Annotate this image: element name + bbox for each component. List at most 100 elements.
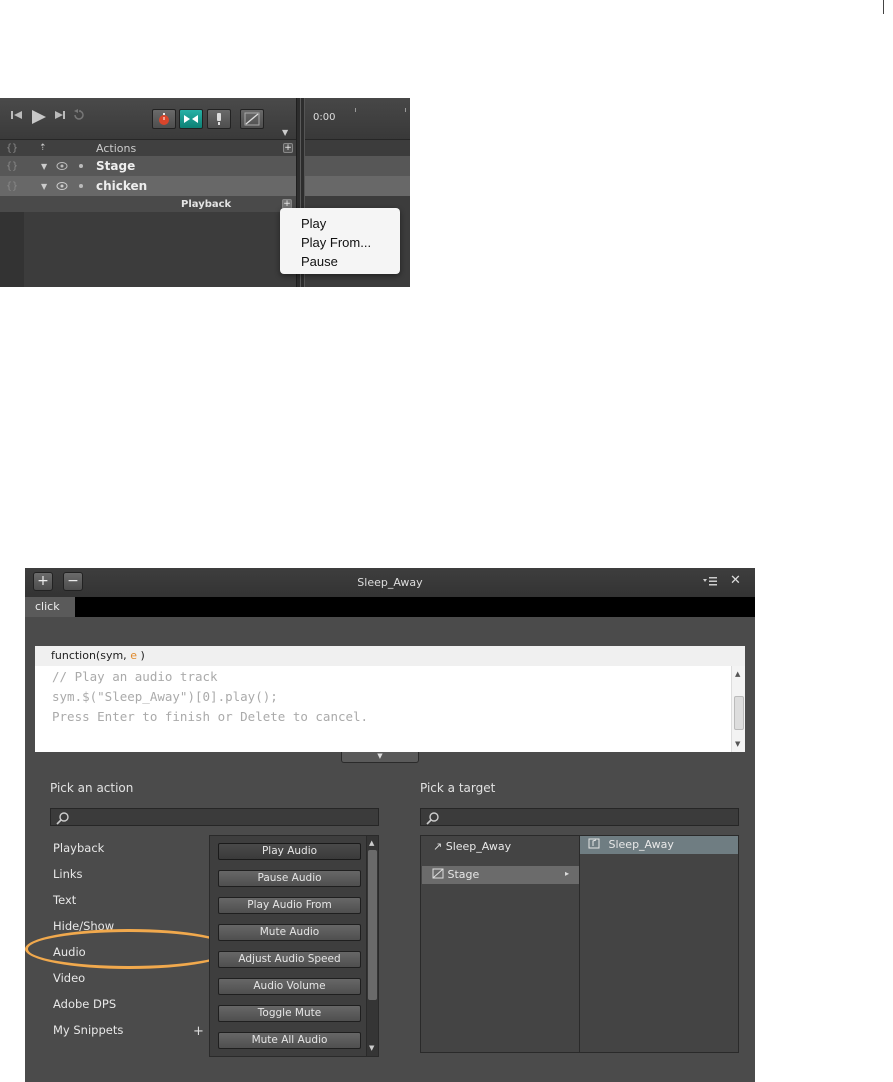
disclosure-triangle-icon[interactable]: ▼ (41, 162, 47, 171)
tab-click[interactable]: click (25, 597, 75, 617)
layer-label: Actions (96, 141, 137, 155)
lock-dot-icon[interactable] (79, 164, 83, 168)
collapse-code-toggle[interactable]: ▼ (341, 752, 419, 763)
action-pause-audio[interactable]: Pause Audio (218, 870, 361, 887)
category-video[interactable]: Video (53, 971, 85, 985)
loop-icon[interactable] (72, 109, 86, 121)
highlight-ring (25, 929, 233, 969)
ruler-tick (355, 108, 356, 112)
disclosure-triangle-icon[interactable]: ▼ (41, 182, 47, 191)
menu-item-play-from[interactable]: Play From... (301, 233, 400, 252)
target-child-row[interactable]: Sleep_Away (580, 836, 738, 854)
code-braces-icon[interactable]: {} (6, 143, 18, 154)
audio-file-icon (588, 838, 600, 849)
stopwatch-icon[interactable] (152, 109, 176, 129)
track-label: Playback (181, 198, 232, 210)
action-play-audio[interactable]: Play Audio (218, 843, 361, 860)
pin-icon[interactable] (179, 109, 203, 129)
timeline-ruler[interactable]: 0:00 (305, 98, 410, 140)
timeline-lane[interactable] (305, 156, 410, 176)
target-stage-row[interactable]: Stage ▸ (422, 866, 579, 884)
category-my-snippets[interactable]: My Snippets (53, 1023, 123, 1037)
layer-label: Stage (96, 159, 136, 173)
eye-icon[interactable] (56, 161, 68, 174)
search-icon (426, 812, 439, 825)
target-sleep-away[interactable]: ↗ Sleep_Away (433, 840, 511, 853)
go-to-end-icon[interactable] (53, 109, 67, 121)
go-to-start-icon[interactable] (10, 109, 24, 121)
chevron-right-icon: ▸ (565, 869, 570, 878)
lock-dot-icon[interactable] (79, 184, 83, 188)
target-list: ↗ Sleep_Away Stage ▸ (420, 835, 580, 1053)
category-adobe-dps[interactable]: Adobe DPS (53, 997, 116, 1011)
panel-menu-icon[interactable] (702, 576, 718, 589)
pick-target-heading: Pick a target (420, 781, 496, 795)
eye-icon[interactable] (56, 181, 68, 194)
menu-item-play[interactable]: Play (301, 214, 400, 233)
search-icon (56, 812, 69, 825)
action-list: Play Audio Pause Audio Play Audio From M… (209, 835, 379, 1057)
time-readout: 0:00 (313, 112, 336, 123)
dialog-title: Sleep_Away (357, 576, 423, 589)
category-text[interactable]: Text (53, 893, 76, 907)
category-links[interactable]: Links (53, 867, 83, 881)
target-label: Stage (447, 868, 480, 881)
layer-row-actions[interactable]: {} ⇡ Actions + (0, 140, 296, 156)
target-children-list: Sleep_Away (580, 835, 739, 1053)
arrow-icon: ↗ (433, 840, 443, 853)
menu-item-pause[interactable]: Pause (301, 252, 400, 271)
layer-row-stage[interactable]: {} ▼ Stage (0, 156, 296, 176)
action-mute-all-audio[interactable]: Mute All Audio (218, 1032, 361, 1049)
code-braces-icon[interactable]: {} (6, 181, 18, 192)
layer-row-chicken[interactable]: {} ▼ chicken (0, 176, 296, 196)
ruler-tick (405, 108, 406, 112)
event-tabbar: click (25, 597, 755, 617)
code-line[interactable]: // Play an audio track (52, 669, 218, 684)
signature-text: function(sym, (51, 649, 131, 662)
timeline-lane[interactable] (305, 176, 410, 196)
actions-dialog: + − Sleep_Away ✕ click function(sym, e )… (25, 568, 755, 1082)
chevron-down-icon[interactable]: ▼ (282, 128, 288, 137)
action-list-scrollbar[interactable]: ▲ ▼ (366, 836, 378, 1056)
function-signature: function(sym, e ) (35, 646, 745, 666)
playback-context-menu: Play Play From... Pause (280, 208, 400, 274)
action-audio-volume[interactable]: Audio Volume (218, 978, 361, 995)
scroll-thumb[interactable] (734, 696, 744, 730)
key-icon[interactable] (207, 109, 231, 129)
play-icon[interactable] (30, 109, 48, 125)
action-adjust-audio-speed[interactable]: Adjust Audio Speed (218, 951, 361, 968)
pick-action-heading: Pick an action (50, 781, 134, 795)
code-line[interactable]: sym.$("Sleep_Away")[0].play(); (52, 689, 278, 704)
collapse-all-icon[interactable]: ⇡ (39, 143, 47, 153)
easing-icon[interactable] (240, 109, 264, 129)
close-icon[interactable]: ✕ (730, 573, 741, 588)
signature-param: e (130, 649, 137, 662)
scroll-thumb[interactable] (368, 850, 377, 1000)
category-playback[interactable]: Playback (53, 841, 104, 855)
scroll-down-icon[interactable]: ▼ (735, 740, 740, 748)
stage-icon (432, 868, 444, 879)
add-snippet-icon[interactable]: + (193, 1024, 204, 1039)
target-child-sleep-away[interactable]: Sleep_Away (588, 838, 674, 851)
add-action-icon[interactable]: + (283, 143, 293, 153)
timeline-toolbar: ▼ (0, 98, 296, 140)
code-line[interactable]: Press Enter to finish or Delete to cance… (52, 709, 368, 724)
layer-label: chicken (96, 179, 148, 193)
scroll-down-icon[interactable]: ▼ (369, 1044, 374, 1052)
scroll-up-icon[interactable]: ▲ (735, 670, 740, 678)
target-search-input[interactable] (420, 808, 739, 826)
target-stage[interactable]: Stage (432, 868, 479, 881)
track-row-playback[interactable]: Playback + (0, 196, 296, 212)
scroll-up-icon[interactable]: ▲ (369, 839, 374, 847)
signature-close: ) (136, 649, 145, 662)
code-braces-icon[interactable]: {} (6, 161, 18, 172)
action-play-audio-from[interactable]: Play Audio From (218, 897, 361, 914)
page-edge-marker (883, 0, 884, 14)
code-editor[interactable]: function(sym, e ) // Play an audio track… (35, 646, 745, 752)
action-search-input[interactable] (50, 808, 379, 826)
target-label: Sleep_Away (608, 838, 674, 851)
action-toggle-mute[interactable]: Toggle Mute (218, 1005, 361, 1022)
code-scrollbar[interactable]: ▲ ▼ (731, 666, 745, 752)
action-mute-audio[interactable]: Mute Audio (218, 924, 361, 941)
dialog-titlebar[interactable]: + − Sleep_Away ✕ (25, 568, 755, 597)
